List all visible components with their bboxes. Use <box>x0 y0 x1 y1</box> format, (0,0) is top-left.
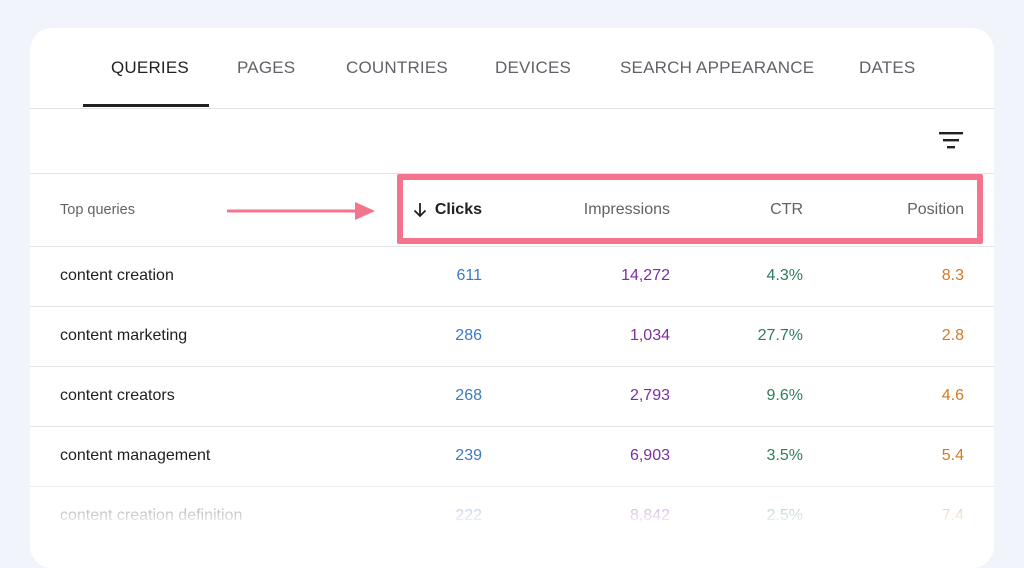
performance-card: QUERIES PAGES COUNTRIES DEVICES SEARCH A… <box>30 28 994 568</box>
impressions-cell: 14,272 <box>621 246 670 306</box>
query-cell: content marketing <box>60 306 187 366</box>
clicks-cell: 286 <box>455 306 482 366</box>
tab-queries[interactable]: QUERIES <box>111 28 189 108</box>
impressions-cell: 8,842 <box>630 486 670 546</box>
clicks-cell: 268 <box>455 366 482 426</box>
table-toolbar <box>30 108 994 174</box>
table-row[interactable]: content marketing 286 1,034 27.7% 2.8 <box>30 306 994 367</box>
clicks-cell: 222 <box>455 486 482 546</box>
position-cell: 8.3 <box>942 246 964 306</box>
tab-devices[interactable]: DEVICES <box>495 28 571 108</box>
ctr-cell: 4.3% <box>767 246 803 306</box>
ctr-cell: 2.5% <box>767 486 803 546</box>
ctr-cell: 9.6% <box>767 366 803 426</box>
tab-pages[interactable]: PAGES <box>237 28 295 108</box>
header-clicks[interactable]: Clicks <box>413 174 482 246</box>
query-cell: content creation definition <box>60 486 242 546</box>
header-clicks-label: Clicks <box>435 201 482 219</box>
tab-bar: QUERIES PAGES COUNTRIES DEVICES SEARCH A… <box>30 28 994 109</box>
query-cell: content management <box>60 426 210 486</box>
tab-dates[interactable]: DATES <box>859 28 915 108</box>
ctr-cell: 3.5% <box>767 426 803 486</box>
position-cell: 4.6 <box>942 366 964 426</box>
query-cell: content creation <box>60 246 174 306</box>
table-header-row: Top queries Clicks Impressions CTR Posit… <box>30 174 994 247</box>
clicks-cell: 611 <box>456 246 482 306</box>
clicks-cell: 239 <box>455 426 482 486</box>
position-cell: 2.8 <box>942 306 964 366</box>
filter-icon[interactable] <box>938 129 964 151</box>
impressions-cell: 1,034 <box>630 306 670 366</box>
header-impressions[interactable]: Impressions <box>584 174 670 246</box>
header-ctr[interactable]: CTR <box>770 174 803 246</box>
active-tab-indicator <box>83 104 209 107</box>
table-row[interactable]: content management 239 6,903 3.5% 5.4 <box>30 426 994 487</box>
tab-search-appearance[interactable]: SEARCH APPEARANCE <box>620 28 814 108</box>
table-row[interactable]: content creation 611 14,272 4.3% 8.3 <box>30 246 994 307</box>
query-cell: content creators <box>60 366 175 426</box>
table-row[interactable]: content creation definition 222 8,842 2.… <box>30 486 994 546</box>
position-cell: 5.4 <box>942 426 964 486</box>
impressions-cell: 6,903 <box>630 426 670 486</box>
annotation-arrow-icon <box>227 200 377 222</box>
position-cell: 7.4 <box>942 486 964 546</box>
header-top-queries[interactable]: Top queries <box>60 174 135 246</box>
impressions-cell: 2,793 <box>630 366 670 426</box>
header-position[interactable]: Position <box>907 174 964 246</box>
ctr-cell: 27.7% <box>758 306 803 366</box>
tab-countries[interactable]: COUNTRIES <box>346 28 448 108</box>
arrow-down-icon <box>413 202 427 218</box>
table-row[interactable]: content creators 268 2,793 9.6% 4.6 <box>30 366 994 427</box>
